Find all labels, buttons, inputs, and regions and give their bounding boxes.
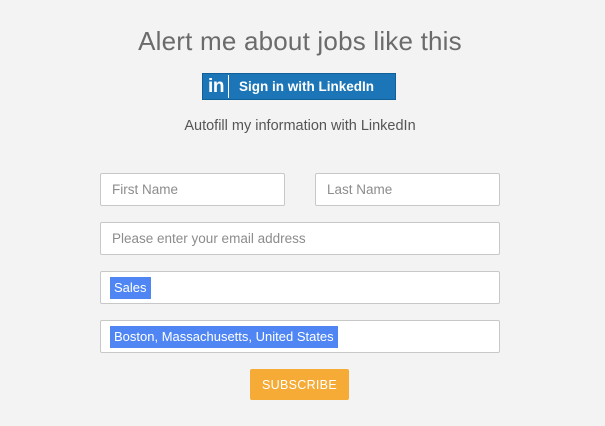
page-title: Alert me about jobs like this: [138, 26, 462, 56]
keyword-tag[interactable]: Sales: [110, 276, 151, 299]
first-name-input[interactable]: [100, 173, 285, 206]
autofill-text: Autofill my information with LinkedIn: [184, 118, 416, 134]
last-name-input[interactable]: [315, 173, 500, 206]
location-tag[interactable]: Boston, Massachusetts, United States: [110, 325, 338, 348]
location-tag-input[interactable]: Boston, Massachusetts, United States: [100, 320, 500, 353]
linkedin-signin-label: Sign in with LinkedIn: [239, 79, 374, 94]
linkedin-logo-icon: in: [204, 75, 229, 98]
keyword-tag-input[interactable]: Sales: [100, 271, 500, 304]
linkedin-signin-button[interactable]: in Sign in with LinkedIn: [202, 73, 396, 100]
job-alert-page: Alert me about jobs like this in Sign in…: [0, 0, 605, 426]
email-input[interactable]: [100, 222, 500, 255]
subscribe-button[interactable]: SUBSCRIBE: [250, 369, 349, 400]
